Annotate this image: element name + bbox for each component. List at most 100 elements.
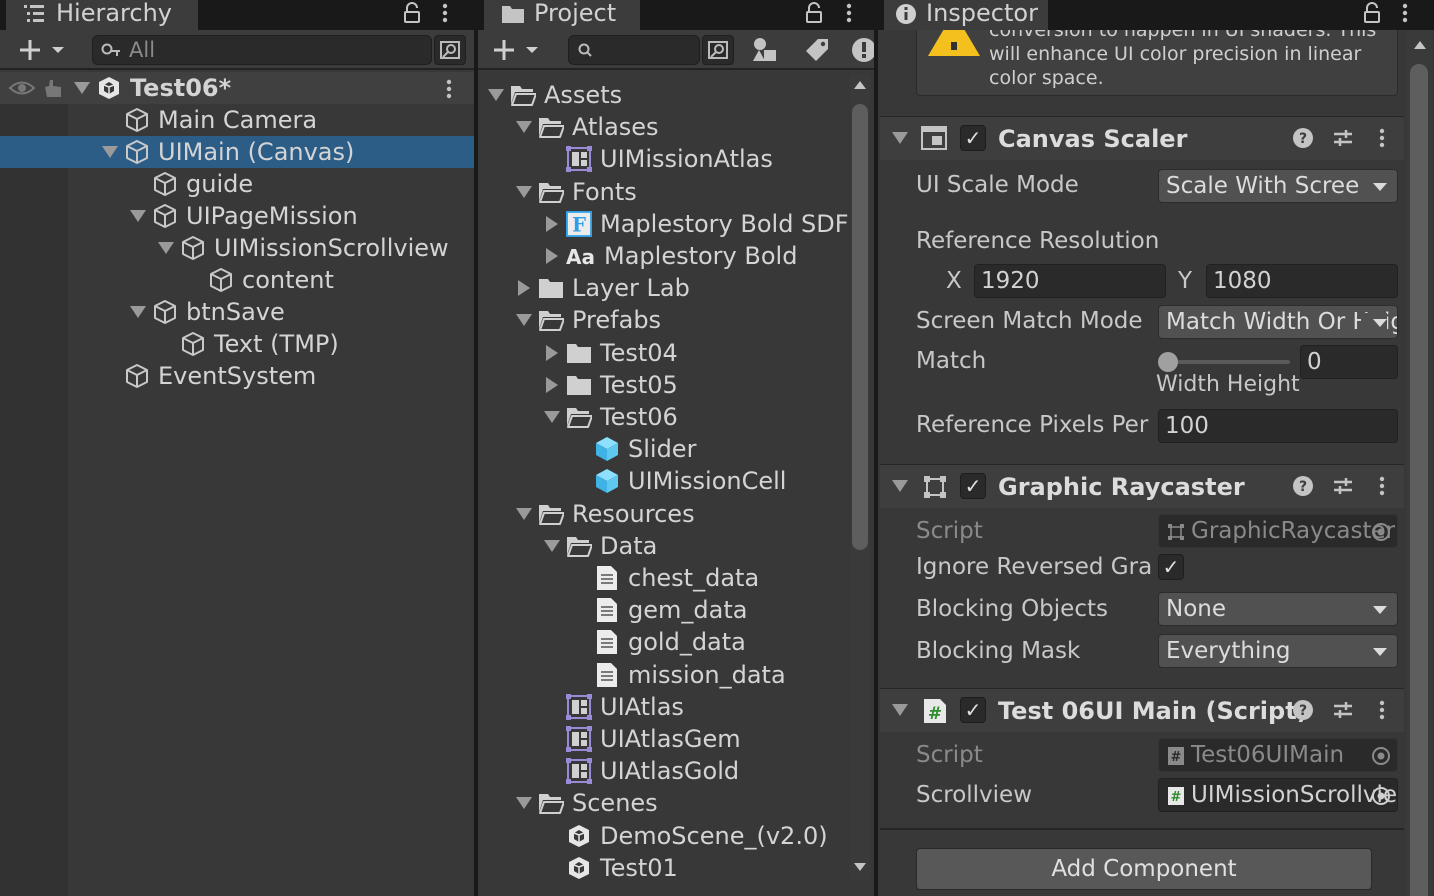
help-icon[interactable]: ? [1292, 475, 1314, 497]
project-item-layer-lab[interactable]: Layer Lab [478, 272, 848, 304]
project-item-uiatlasgem[interactable]: UIAtlasGem [478, 723, 848, 755]
graphic-raycaster-header[interactable]: ✓ Graphic Raycaster ? [880, 464, 1404, 508]
lock-icon[interactable] [402, 2, 422, 24]
foldout-arrow-down-icon[interactable] [510, 796, 538, 810]
inspector-tab[interactable]: Inspector [884, 0, 1048, 30]
foldout-arrow-down-icon[interactable] [124, 305, 152, 319]
foldout-arrow-down-icon[interactable] [124, 209, 152, 223]
kebab-menu-icon[interactable] [1400, 2, 1410, 24]
project-item-test01[interactable]: Test01 [478, 852, 848, 884]
project-item-chest-data[interactable]: chest_data [478, 562, 848, 594]
match-value-field[interactable]: 0 [1300, 345, 1398, 379]
hierarchy-tab[interactable]: Hierarchy [6, 0, 198, 30]
hierarchy-item-uipagemission[interactable]: UIPageMission [0, 200, 474, 232]
scroll-down-icon[interactable] [854, 862, 866, 872]
hierarchy-item-content[interactable]: content [0, 264, 474, 296]
foldout-arrow-down-icon[interactable] [510, 507, 538, 521]
kebab-menu-icon[interactable] [1378, 127, 1386, 149]
hierarchy-item-guide[interactable]: guide [0, 168, 474, 200]
reference-resolution-x-field[interactable]: 1920 [974, 264, 1166, 298]
inspector-scrollbar[interactable] [1406, 30, 1432, 896]
ignore-reversed-checkbox[interactable]: ✓ [1158, 554, 1184, 580]
graphic-raycaster-enabled-checkbox[interactable]: ✓ [960, 473, 986, 499]
create-plus-dropdown-icon[interactable] [16, 36, 68, 64]
project-item-fonts[interactable]: Fonts [478, 176, 848, 208]
foldout-arrow-down-icon[interactable] [510, 185, 538, 199]
lock-icon[interactable] [1362, 2, 1382, 24]
project-item-demoscene-v2-0[interactable]: DemoScene_(v2.0) [478, 820, 848, 852]
preset-sliders-icon[interactable] [1332, 475, 1354, 497]
foldout-arrow-down-icon[interactable] [96, 145, 124, 159]
project-scrollbar[interactable] [850, 74, 870, 880]
project-item-uimissioncell[interactable]: UIMissionCell [478, 465, 848, 497]
ui-scale-mode-dropdown[interactable]: Scale With Screen [1158, 169, 1398, 203]
screen-match-mode-dropdown[interactable]: Match Width Or Height [1158, 305, 1398, 339]
hierarchy-item-main-camera[interactable]: Main Camera [0, 104, 474, 136]
project-item-uimissionatlas[interactable]: UIMissionAtlas [478, 143, 848, 175]
add-component-button[interactable]: Add Component [916, 848, 1372, 890]
hierarchy-item-eventsystem[interactable]: EventSystem [0, 360, 474, 392]
project-item-slider[interactable]: Slider [478, 433, 848, 465]
foldout-arrow-down-icon[interactable] [510, 313, 538, 327]
project-tab[interactable]: Project [484, 0, 640, 30]
hierarchy-item-uimain-canvas[interactable]: UIMain (Canvas) [0, 136, 474, 168]
blocking-objects-dropdown[interactable]: None [1158, 592, 1398, 626]
help-icon[interactable]: ? [1292, 699, 1314, 721]
scroll-up-icon[interactable] [854, 80, 866, 90]
project-item-assets[interactable]: Assets [478, 79, 848, 111]
scrollview-field[interactable]: # UIMissionScrollview [1158, 778, 1398, 812]
foldout-arrow-right-icon[interactable] [510, 280, 538, 297]
kebab-menu-icon[interactable] [844, 2, 854, 24]
hierarchy-kebab-icon[interactable] [444, 78, 454, 106]
foldout-arrow-down-icon[interactable] [892, 131, 908, 145]
project-item-maplestory-bold-sdf[interactable]: F Maplestory Bold SDF [478, 208, 849, 240]
project-search-input[interactable] [568, 35, 700, 65]
hierarchy-item-text-tmp[interactable]: Text (TMP) [0, 328, 474, 360]
test-script-enabled-checkbox[interactable]: ✓ [960, 697, 986, 723]
project-item-resources[interactable]: Resources [478, 498, 848, 530]
foldout-arrow-down-icon[interactable] [538, 410, 566, 424]
inspector-scrollbar-thumb[interactable] [1410, 64, 1428, 896]
canvas-scaler-enabled-checkbox[interactable]: ✓ [960, 125, 986, 151]
warning-filter-icon[interactable] [850, 34, 874, 66]
canvas-scaler-header[interactable]: ✓ Canvas Scaler ? [880, 116, 1404, 160]
project-item-mission-data[interactable]: mission_data [478, 659, 848, 691]
foldout-arrow-right-icon[interactable] [538, 215, 566, 232]
foldout-arrow-down-icon[interactable] [510, 120, 538, 134]
foldout-arrow-right-icon[interactable] [538, 344, 566, 361]
help-icon[interactable]: ? [1292, 127, 1314, 149]
kebab-menu-icon[interactable] [1378, 699, 1386, 721]
project-item-prefabs[interactable]: Prefabs [478, 304, 848, 336]
match-slider[interactable] [1158, 352, 1290, 372]
object-picker-icon[interactable] [1371, 786, 1391, 806]
project-item-uiatlas[interactable]: UIAtlas [478, 691, 848, 723]
project-item-uiatlasgold[interactable]: UIAtlasGold [478, 755, 848, 787]
foldout-arrow-down-icon[interactable] [892, 479, 908, 493]
project-item-test04[interactable]: Test04 [478, 337, 848, 369]
preset-sliders-icon[interactable] [1332, 127, 1354, 149]
search-by-type-icon[interactable] [434, 35, 466, 65]
kebab-menu-icon[interactable] [1378, 475, 1386, 497]
project-item-gold-data[interactable]: gold_data [478, 626, 848, 658]
foldout-arrow-down-icon[interactable] [152, 241, 180, 255]
project-item-test05[interactable]: Test05 [478, 369, 848, 401]
lock-icon[interactable] [804, 2, 824, 24]
reference-pixels-field[interactable]: 100 [1158, 409, 1398, 443]
test-script-header[interactable]: # ✓ Test 06UI Main (Script) ? [880, 688, 1404, 732]
project-item-data[interactable]: Data [478, 530, 848, 562]
match-slider-thumb[interactable] [1158, 352, 1178, 372]
search-by-type-icon[interactable] [702, 35, 734, 65]
project-item-maplestory-bold[interactable]: Aa Maplestory Bold [478, 240, 848, 272]
project-item-atlases[interactable]: Atlases [478, 111, 848, 143]
foldout-arrow-right-icon[interactable] [538, 376, 566, 393]
foldout-arrow-right-icon[interactable] [538, 248, 566, 265]
kebab-menu-icon[interactable] [440, 2, 450, 24]
foldout-arrow-down-icon[interactable] [68, 81, 96, 95]
foldout-arrow-down-icon[interactable] [892, 703, 908, 717]
blocking-mask-dropdown[interactable]: Everything [1158, 634, 1398, 668]
foldout-arrow-down-icon[interactable] [538, 539, 566, 553]
project-item-scenes[interactable]: Scenes [478, 787, 848, 819]
reference-resolution-y-field[interactable]: 1080 [1206, 264, 1398, 298]
filter-by-type-icon[interactable] [748, 34, 782, 66]
project-scrollbar-thumb[interactable] [852, 104, 868, 550]
